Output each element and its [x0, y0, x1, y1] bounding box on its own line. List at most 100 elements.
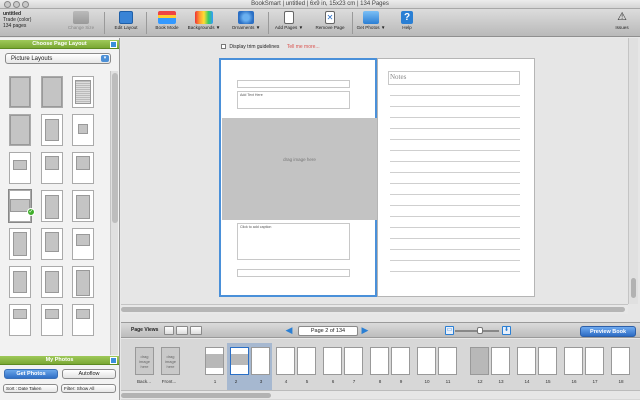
layout-thumb[interactable]: [9, 76, 31, 108]
zoom-out-icon[interactable]: ▭: [445, 326, 454, 335]
zoom-in-icon[interactable]: ⬇: [502, 326, 511, 335]
autoflow-button[interactable]: Autoflow: [62, 369, 116, 379]
notes-title-box[interactable]: [388, 71, 520, 85]
layout-thumb[interactable]: [72, 190, 94, 222]
help-button[interactable]: ? Help: [394, 11, 420, 30]
layout-thumb[interactable]: [72, 228, 94, 260]
edit-layout-button[interactable]: Edit Layout: [111, 11, 141, 30]
scrollbar-thumb[interactable]: [121, 393, 271, 398]
layout-thumb[interactable]: [9, 228, 31, 260]
minimize-window-button[interactable]: [13, 1, 20, 8]
layout-thumb[interactable]: [9, 114, 31, 146]
layout-thumb[interactable]: [72, 152, 94, 184]
page-thumb[interactable]: [391, 347, 410, 375]
page-thumb[interactable]: [611, 347, 630, 375]
backgrounds-icon: [195, 11, 213, 24]
text-box[interactable]: [237, 269, 350, 277]
editor-vertical-scrollbar[interactable]: [628, 38, 638, 304]
layout-thumb[interactable]: [9, 266, 31, 298]
previous-page-button[interactable]: ◀: [284, 325, 294, 336]
caption-box[interactable]: Click to add caption: [237, 223, 350, 260]
front-cover-thumb[interactable]: drag image here: [161, 347, 180, 375]
page-number-label: 18: [618, 379, 624, 384]
page-thumb-selected[interactable]: [230, 347, 249, 375]
scrollbar-thumb[interactable]: [112, 73, 118, 223]
remove-page-button[interactable]: ✕ Remove Page: [312, 11, 348, 30]
layout-type-select[interactable]: Picture Layouts ▾: [5, 53, 111, 64]
page-thumb[interactable]: [438, 347, 457, 375]
tell-me-more-link[interactable]: Tell me more...: [287, 44, 320, 50]
next-page-button[interactable]: ▶: [360, 325, 370, 336]
layout-thumb[interactable]: [72, 76, 94, 108]
scrollbar-thumb[interactable]: [631, 278, 636, 298]
layout-thumb[interactable]: [41, 304, 63, 336]
editor-horizontal-scrollbar[interactable]: [121, 304, 628, 314]
text-box[interactable]: [237, 80, 350, 88]
page-thumb[interactable]: [470, 347, 489, 375]
back-cover-thumb[interactable]: drag image here: [135, 347, 154, 375]
page-thumb[interactable]: [344, 347, 363, 375]
page-number-label: 4: [284, 379, 288, 384]
layout-thumb[interactable]: [72, 304, 94, 336]
sort-select[interactable]: Sort : Date Taken: [3, 384, 58, 393]
remove-page-label: Remove Page: [315, 25, 345, 30]
single-page-view-icon[interactable]: [164, 326, 174, 335]
layout-thumb[interactable]: [41, 228, 63, 260]
page-thumb[interactable]: [585, 347, 604, 375]
layout-thumb[interactable]: [41, 114, 63, 146]
layout-thumb[interactable]: [72, 266, 94, 298]
page-thumb[interactable]: [251, 347, 270, 375]
add-pages-button[interactable]: Add Pages ▼: [272, 11, 306, 30]
book-mode-icon: [158, 11, 176, 24]
left-page[interactable]: Add Text Here drag image here Click to a…: [219, 58, 377, 297]
issues-button[interactable]: ⚠ Issues: [608, 11, 636, 30]
change-size-button[interactable]: Change Size: [66, 11, 96, 30]
zoom-window-button[interactable]: [22, 1, 29, 8]
spread-view-icon[interactable]: [176, 326, 188, 335]
layout-thumb[interactable]: [9, 152, 31, 184]
get-photos-toolbar-button[interactable]: Get Photos ▼: [355, 11, 387, 30]
trim-guidelines-checkbox[interactable]: [221, 44, 226, 50]
choose-layout-title: Choose Page Layout: [32, 41, 87, 47]
page-thumb[interactable]: [205, 347, 224, 375]
page-thumb[interactable]: [564, 347, 583, 375]
window-title-bar: BookSmart | untitled | 6x9 in, 15x23 cm …: [0, 0, 640, 9]
book-mode-button[interactable]: Book Mode: [152, 11, 182, 30]
layout-thumb[interactable]: [41, 190, 63, 222]
layout-thumb[interactable]: [41, 266, 63, 298]
filmstrip-scrollbar[interactable]: [121, 390, 640, 399]
layout-thumb[interactable]: [72, 114, 94, 146]
page-thumb[interactable]: [276, 347, 295, 375]
page-number-field[interactable]: Page 2 of 134: [298, 326, 358, 336]
close-window-button[interactable]: [4, 1, 11, 8]
get-photos-button[interactable]: Get Photos: [4, 369, 58, 379]
panel-popout-icon[interactable]: [110, 357, 117, 364]
warning-icon: ⚠: [617, 11, 627, 23]
layout-thumb-selected[interactable]: [9, 190, 31, 222]
page-thumb[interactable]: [297, 347, 316, 375]
layout-thumb[interactable]: [9, 304, 31, 336]
page-thumb[interactable]: [538, 347, 557, 375]
preview-book-button[interactable]: Preview Book: [580, 326, 636, 337]
zoom-slider-knob[interactable]: [477, 327, 483, 334]
ornaments-button[interactable]: Ornaments ▼: [228, 11, 264, 30]
panel-popout-icon[interactable]: [110, 41, 117, 48]
scrollbar-thumb[interactable]: [121, 307, 625, 312]
filter-select[interactable]: Filter: Show All: [61, 384, 116, 393]
page-thumb[interactable]: [370, 347, 389, 375]
right-page[interactable]: Notes: [377, 58, 535, 297]
backgrounds-button[interactable]: Backgrounds ▼: [186, 11, 222, 30]
page-thumb[interactable]: [323, 347, 342, 375]
page-thumb[interactable]: [491, 347, 510, 375]
page-number-label: 8: [378, 379, 382, 384]
layout-panel-scrollbar[interactable]: [110, 71, 118, 355]
add-text-box[interactable]: Add Text Here: [237, 91, 350, 109]
page-thumb[interactable]: [417, 347, 436, 375]
photo-drop-frame[interactable]: drag image here: [222, 118, 377, 220]
thumbnail-view-icon[interactable]: [190, 326, 202, 335]
layout-thumb[interactable]: [41, 152, 63, 184]
autoflow-button-label: Autoflow: [78, 371, 100, 377]
page-thumb[interactable]: [517, 347, 536, 375]
note-line: [390, 260, 520, 261]
layout-thumb[interactable]: [41, 76, 63, 108]
